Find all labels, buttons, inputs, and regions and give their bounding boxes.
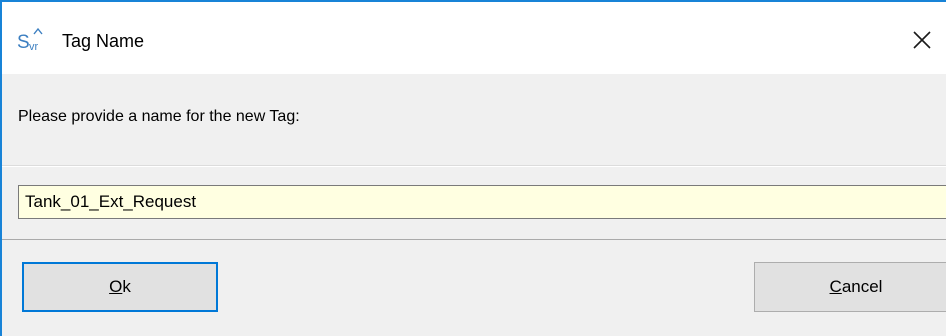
prompt-label: Please provide a name for the new Tag: bbox=[18, 108, 300, 125]
ok-mnemonic: O bbox=[109, 277, 123, 296]
ok-label-rest: k bbox=[122, 277, 131, 296]
tag-name-dialog: S vr Tag Name Please provide a name for … bbox=[0, 0, 946, 336]
cancel-label-rest: ancel bbox=[841, 277, 883, 296]
svr-app-icon: S vr bbox=[16, 25, 50, 55]
title-bar: S vr Tag Name bbox=[2, 2, 946, 74]
svg-text:vr: vr bbox=[29, 41, 39, 53]
close-icon[interactable] bbox=[912, 30, 932, 50]
button-panel: Ok Cancel bbox=[2, 240, 946, 336]
dialog-title: Tag Name bbox=[62, 31, 145, 51]
cancel-mnemonic: C bbox=[829, 277, 842, 296]
svg-text:S: S bbox=[17, 32, 30, 53]
close-button[interactable] bbox=[904, 22, 940, 58]
tag-name-input[interactable] bbox=[18, 185, 946, 219]
ok-button[interactable]: Ok bbox=[22, 262, 218, 312]
input-panel bbox=[2, 166, 946, 240]
cancel-button[interactable]: Cancel bbox=[754, 262, 946, 312]
prompt-panel: Please provide a name for the new Tag: bbox=[2, 74, 946, 166]
